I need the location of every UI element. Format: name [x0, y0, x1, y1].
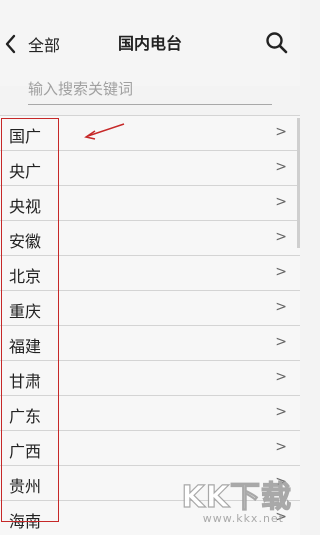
- list-item[interactable]: 央广 >: [0, 150, 300, 185]
- list-item-label: 央广: [9, 162, 42, 181]
- chevron-right-icon: >: [275, 439, 287, 455]
- list-item[interactable]: 海南 >: [0, 500, 300, 535]
- chevron-right-icon: >: [275, 194, 287, 210]
- search-button[interactable]: [264, 30, 290, 56]
- list-item[interactable]: 北京 >: [0, 255, 300, 290]
- list-item[interactable]: 贵州 >: [0, 465, 300, 500]
- list-item-label: 福建: [9, 337, 42, 356]
- list-item[interactable]: 广东 >: [0, 395, 300, 430]
- list-item-label: 广东: [9, 407, 42, 426]
- list-item-label: 北京: [9, 267, 42, 286]
- scrollbar-thumb[interactable]: [297, 118, 300, 248]
- chevron-left-icon: [4, 34, 18, 54]
- list-item[interactable]: 福建 >: [0, 325, 300, 360]
- search-icon: [264, 32, 290, 60]
- list-item[interactable]: 国广 >: [0, 115, 300, 150]
- chevron-right-icon: >: [275, 334, 287, 350]
- list-item-label: 国广: [9, 127, 42, 146]
- chevron-right-icon: >: [275, 264, 287, 280]
- chevron-right-icon: >: [275, 299, 287, 315]
- chevron-right-icon: >: [275, 159, 287, 175]
- list-item-label: 甘肃: [9, 372, 42, 391]
- chevron-right-icon: >: [275, 474, 287, 490]
- chevron-right-icon: >: [275, 229, 287, 245]
- list-item[interactable]: 安徽 >: [0, 220, 300, 255]
- chevron-right-icon: >: [275, 369, 287, 385]
- chevron-right-icon: >: [275, 124, 287, 140]
- search-input[interactable]: [28, 76, 272, 105]
- province-list: 国广 > 央广 > 央视 > 安徽 > 北京 > 重庆 > 福建 > 甘肃 > 广东 > 广西 > …: [0, 115, 300, 535]
- list-item-label: 广西: [9, 442, 42, 461]
- list-item-label: 贵州: [9, 477, 42, 496]
- list-item[interactable]: 重庆 >: [0, 290, 300, 325]
- list-item[interactable]: 央视 >: [0, 185, 300, 220]
- list-item-label: 央视: [9, 197, 42, 216]
- chevron-right-icon: >: [275, 509, 287, 525]
- top-bar: 全部 国内电台: [0, 0, 300, 105]
- back-button[interactable]: 全部: [4, 28, 60, 60]
- back-label: 全部: [28, 36, 61, 55]
- list-item-label: 安徽: [9, 232, 42, 251]
- list-item[interactable]: 广西 >: [0, 430, 300, 465]
- list-item-label: 海南: [9, 512, 42, 531]
- list-item[interactable]: 甘肃 >: [0, 360, 300, 395]
- list-item-label: 重庆: [9, 302, 42, 321]
- chevron-right-icon: >: [275, 404, 287, 420]
